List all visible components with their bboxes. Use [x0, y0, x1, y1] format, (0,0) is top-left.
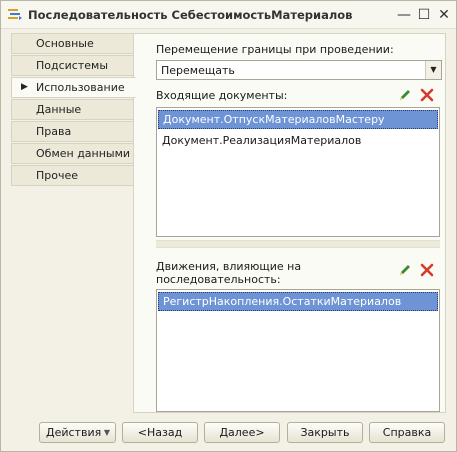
- movements-list[interactable]: РегистрНакопления.ОстаткиМатериалов: [156, 289, 440, 412]
- tab-label: Основные: [36, 37, 94, 50]
- movements-label-line1: Движения, влияющие на: [156, 260, 302, 273]
- tab-label: Прочее: [36, 169, 79, 182]
- movements-label-line2: последовательность:: [156, 273, 281, 286]
- usage-panel: Перемещение границы при проведении: Пере…: [133, 33, 446, 413]
- move-boundary-select[interactable]: Перемещать ▼: [156, 60, 442, 80]
- tab-label: Обмен данными: [36, 147, 131, 160]
- tab-rights[interactable]: Права: [11, 121, 134, 142]
- list-item[interactable]: Документ.РеализацияМатериалов: [158, 131, 438, 150]
- maximize-icon[interactable]: ☐: [414, 5, 434, 25]
- window-title: Последовательность СебестоимостьМатериал…: [28, 8, 353, 22]
- actions-button[interactable]: Действия ▼: [39, 422, 116, 443]
- incoming-documents-label: Входящие документы:: [156, 89, 288, 102]
- pencil-icon[interactable]: [397, 87, 413, 103]
- list-item[interactable]: РегистрНакопления.ОстаткиМатериалов: [158, 292, 438, 311]
- tab-main[interactable]: Основные: [11, 33, 134, 54]
- sequence-icon: [7, 7, 23, 23]
- splitter[interactable]: [156, 240, 440, 248]
- delete-icon[interactable]: [419, 87, 435, 103]
- minimize-icon[interactable]: —: [394, 5, 414, 25]
- tab-label: Подсистемы: [36, 59, 109, 72]
- active-tab-marker-icon: ▶: [21, 82, 28, 92]
- tab-label: Использование: [36, 81, 125, 94]
- move-boundary-value: Перемещать: [161, 64, 235, 77]
- tab-subsystems[interactable]: Подсистемы: [11, 55, 134, 76]
- tab-label: Права: [36, 125, 72, 138]
- title-bar[interactable]: Последовательность СебестоимостьМатериал…: [1, 1, 456, 29]
- tab-list: Основные Подсистемы ▶ Использование Данны…: [11, 33, 136, 187]
- window: Последовательность СебестоимостьМатериал…: [0, 0, 457, 452]
- incoming-documents-list[interactable]: Документ.ОтпускМатериаловМастеру Докумен…: [156, 107, 440, 237]
- close-button[interactable]: Закрыть: [287, 422, 363, 443]
- tab-usage[interactable]: ▶ Использование: [11, 77, 136, 98]
- delete-icon[interactable]: [419, 262, 435, 278]
- tab-label: Данные: [36, 103, 82, 116]
- move-boundary-label: Перемещение границы при проведении:: [156, 43, 394, 56]
- chevron-down-icon[interactable]: ▼: [425, 61, 441, 79]
- help-button[interactable]: Справка: [369, 422, 445, 443]
- close-icon[interactable]: ✕: [434, 5, 454, 25]
- list-item[interactable]: Документ.ОтпускМатериаловМастеру: [158, 110, 438, 129]
- tab-data-exchange[interactable]: Обмен данными: [11, 143, 134, 164]
- actions-label: Действия: [46, 426, 102, 439]
- back-button[interactable]: <Назад: [122, 422, 198, 443]
- next-button[interactable]: Далее>: [204, 422, 280, 443]
- tab-other[interactable]: Прочее: [11, 165, 134, 186]
- chevron-down-icon: ▼: [103, 428, 110, 437]
- tab-data[interactable]: Данные: [11, 99, 134, 120]
- pencil-icon[interactable]: [397, 262, 413, 278]
